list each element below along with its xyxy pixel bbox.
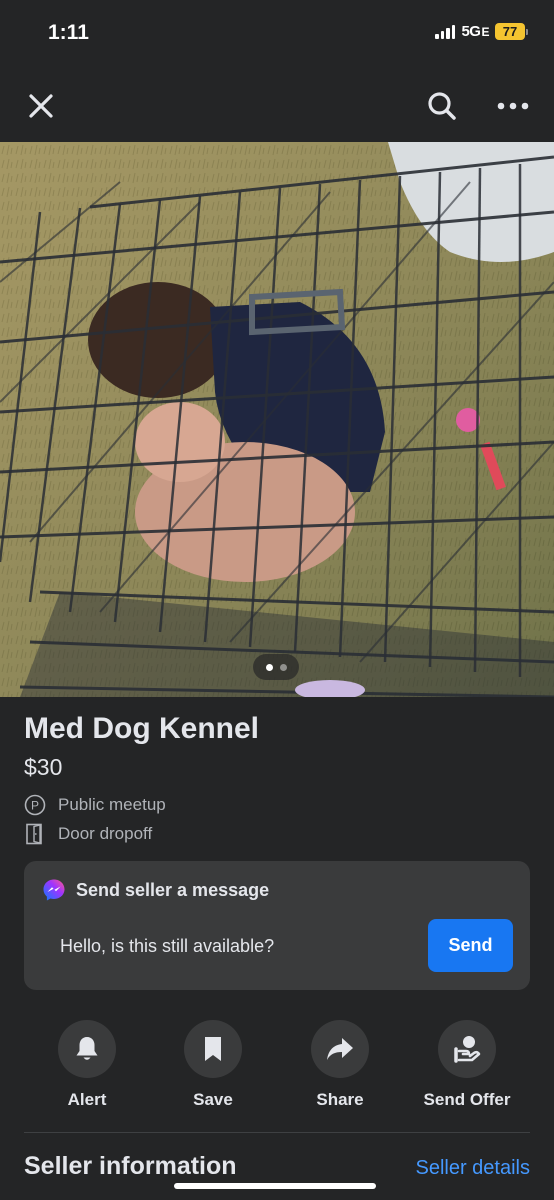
close-button[interactable] (21, 86, 61, 126)
more-options-button[interactable] (493, 86, 533, 126)
svg-text:P: P (31, 799, 39, 813)
delivery-option-public-meetup: P Public meetup (24, 794, 166, 816)
bookmark-icon (205, 1037, 221, 1061)
save-label: Save (193, 1090, 233, 1109)
delivery-label: Door dropoff (58, 824, 153, 843)
message-seller-card: Send seller a message Hello, is this sti… (24, 861, 530, 990)
section-divider (24, 1132, 530, 1133)
delivery-option-door-dropoff: Door dropoff (24, 823, 152, 845)
status-time: 1:11 (48, 21, 89, 44)
bell-icon (76, 1037, 98, 1060)
listing-photo-image (0, 142, 554, 697)
send-offer-circle (438, 1020, 496, 1078)
listing-price: $30 (24, 754, 63, 780)
home-indicator[interactable] (174, 1183, 376, 1189)
photo-dot-active (265, 663, 273, 671)
share-icon (327, 1038, 353, 1060)
top-nav (0, 70, 554, 142)
close-icon (29, 94, 53, 118)
message-heading: Send seller a message (76, 879, 270, 900)
save-button[interactable]: Save (153, 1020, 273, 1110)
send-offer-button[interactable]: Send Offer (407, 1020, 527, 1110)
status-indicators: 5GE 77 (435, 23, 528, 40)
seller-information-heading: Seller information (24, 1152, 237, 1180)
battery-level: 77 (495, 23, 525, 40)
alert-label: Alert (67, 1090, 107, 1109)
parking-icon: P (24, 794, 46, 816)
signal-icon (435, 24, 456, 39)
share-circle (311, 1020, 369, 1078)
listing-actions: Alert Save Share Send Offer (0, 1020, 554, 1115)
search-button[interactable] (422, 86, 462, 126)
network-type: 5GE (461, 23, 489, 40)
send-offer-label: Send Offer (423, 1090, 511, 1109)
photo-pagination (253, 654, 299, 680)
save-circle (184, 1020, 242, 1078)
alert-circle (58, 1020, 116, 1078)
listing-title: Med Dog Kennel (24, 712, 260, 745)
seller-details-link[interactable]: Seller details (415, 1157, 530, 1180)
share-label: Share (316, 1090, 364, 1109)
message-heading-row: Send seller a message (42, 878, 269, 902)
alert-button[interactable]: Alert (27, 1020, 147, 1110)
message-input[interactable]: Hello, is this still available? (60, 936, 274, 957)
share-button[interactable]: Share (280, 1020, 400, 1110)
photo-dot (279, 663, 287, 671)
offer-icon (454, 1036, 481, 1063)
messenger-icon (43, 879, 65, 901)
search-icon (428, 92, 456, 120)
send-message-button[interactable]: Send (428, 919, 513, 972)
status-bar: 1:11 5GE 77 (0, 0, 554, 70)
door-icon (26, 823, 42, 845)
delivery-label: Public meetup (58, 795, 166, 814)
more-icon (497, 102, 529, 110)
listing-photo[interactable] (0, 142, 554, 697)
battery-icon: 77 (495, 23, 528, 40)
